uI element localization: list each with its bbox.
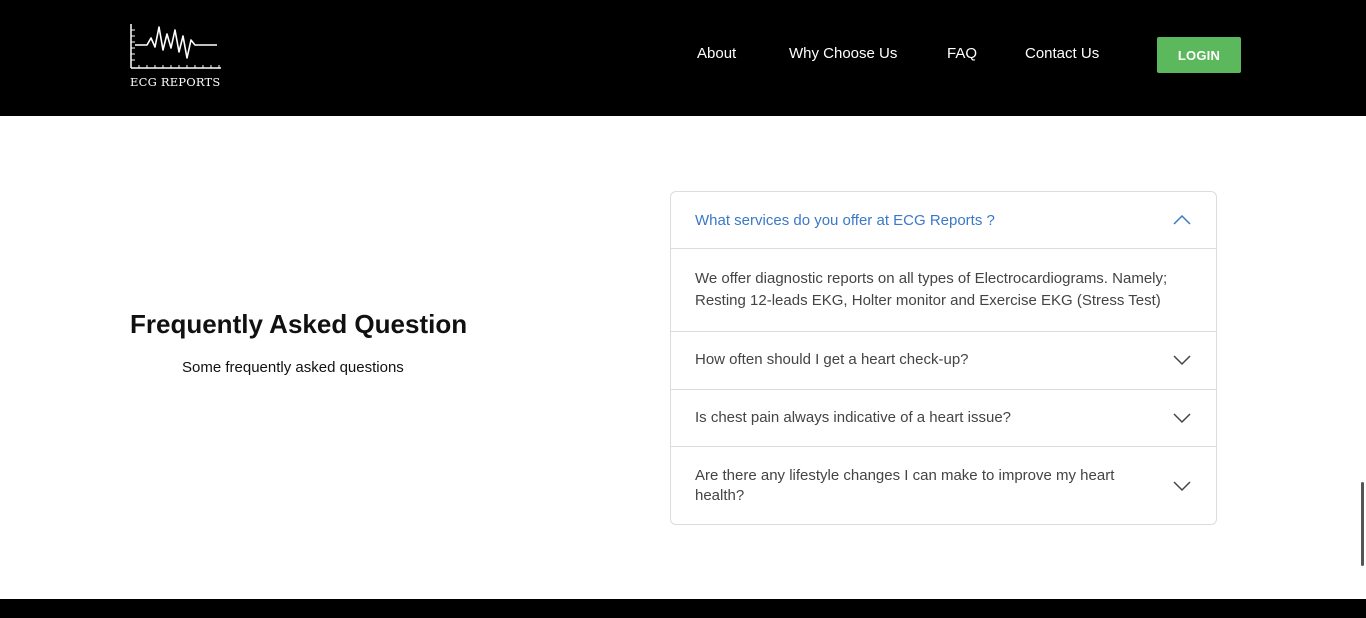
faq-item-header[interactable]: How often should I get a heart check-up? [671, 332, 1216, 390]
chevron-down-icon[interactable] [1172, 354, 1192, 366]
nav-link-about[interactable]: About [697, 45, 736, 62]
chevron-up-icon[interactable] [1172, 214, 1192, 226]
brand-logo[interactable]: ECG REPORTS [129, 22, 225, 90]
faq-question: How often should I get a heart check-up? [695, 351, 969, 368]
brand-name: ECG REPORTS [130, 75, 221, 89]
faq-answer: We offer diagnostic reports on all types… [695, 270, 1168, 309]
nav-link-contact-us[interactable]: Contact Us [1025, 45, 1099, 62]
chevron-down-icon[interactable] [1172, 480, 1192, 492]
nav-link-faq[interactable]: FAQ [947, 45, 977, 62]
faq-item-header[interactable]: What services do you offer at ECG Report… [671, 192, 1216, 249]
faq-accordion: What services do you offer at ECG Report… [670, 191, 1217, 525]
scrollbar-thumb[interactable] [1361, 482, 1364, 566]
ecg-waveform-icon [130, 24, 221, 69]
faq-subtitle: Some frequently asked questions [182, 359, 404, 376]
faq-question: Is chest pain always indicative of a hea… [695, 409, 1012, 426]
footer [0, 599, 1366, 618]
faq-question: What services do you offer at ECG Report… [695, 212, 995, 229]
faq-title: Frequently Asked Question [130, 309, 468, 339]
faq-item-header[interactable]: Are there any lifestyle changes I can ma… [671, 447, 1216, 524]
navbar: ECG REPORTS About Why Choose Us FAQ Cont… [0, 0, 1366, 116]
login-button[interactable]: LOGIN [1157, 37, 1241, 73]
chevron-down-icon[interactable] [1172, 412, 1192, 424]
faq-question: Are there any lifestyle changes I can ma… [695, 467, 1115, 504]
faq-item-header[interactable]: Is chest pain always indicative of a hea… [671, 390, 1216, 447]
faq-answer-panel: We offer diagnostic reports on all types… [671, 249, 1216, 332]
nav-link-why-choose-us[interactable]: Why Choose Us [789, 45, 897, 62]
